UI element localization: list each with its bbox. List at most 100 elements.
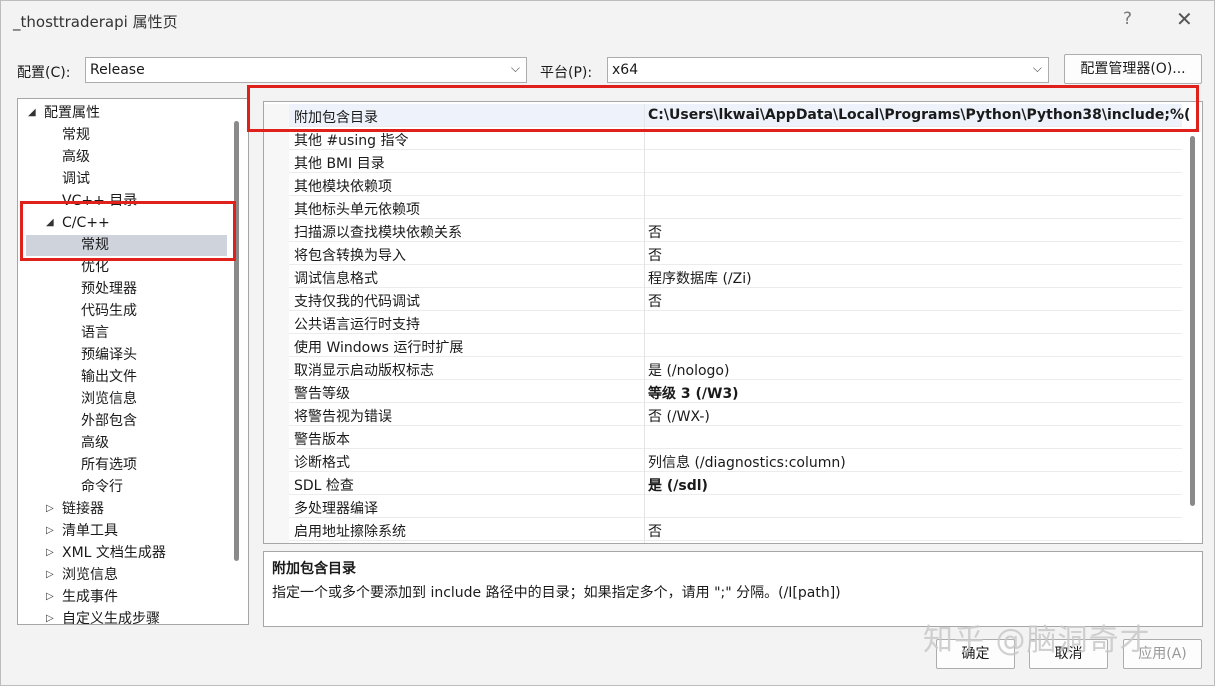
tree-item[interactable]: 浏览信息 [62, 564, 118, 586]
property-name: 多处理器编译 [294, 501, 378, 517]
property-name: 警告版本 [294, 432, 350, 448]
tree-item[interactable]: 语言 [81, 322, 109, 344]
property-row[interactable]: 其他模块依赖项 [264, 173, 1182, 196]
property-name: 诊断格式 [294, 455, 350, 471]
tree-item[interactable]: 所有选项 [81, 454, 137, 476]
property-name: 警告等级 [294, 386, 350, 402]
config-combo[interactable]: Release ⌵ [85, 57, 527, 83]
row-gutter [264, 150, 289, 173]
property-value[interactable]: 否 [648, 222, 662, 242]
column-divider [644, 265, 645, 288]
expander-icon[interactable]: ▷ [46, 525, 54, 536]
config-value: Release [90, 62, 145, 78]
platform-combo[interactable]: x64 ⌵ [607, 57, 1049, 83]
tree-item[interactable]: 链接器 [62, 498, 104, 520]
properties-dialog: _thosttraderapi 属性页 ? ✕ 配置(C): Release ⌵… [0, 0, 1215, 686]
tree-item[interactable]: 生成事件 [62, 586, 118, 608]
expander-icon[interactable]: ▷ [46, 569, 54, 580]
chevron-down-icon: ⌵ [1032, 61, 1042, 75]
highlight-box-include [247, 85, 1199, 132]
property-row[interactable]: 将警告视为错误 否 (/WX-) [264, 403, 1182, 426]
row-gutter [264, 357, 289, 380]
tree-item[interactable]: 高级 [81, 432, 109, 454]
property-row[interactable]: 诊断格式 列信息 (/diagnostics:column) [264, 449, 1182, 472]
property-row[interactable]: 其他 BMI 目录 [264, 150, 1182, 173]
property-name: 支持仅我的代码调试 [294, 294, 420, 310]
tree-item[interactable]: 预处理器 [81, 278, 137, 300]
column-divider [644, 242, 645, 265]
expander-icon[interactable]: ▷ [46, 591, 54, 602]
property-row[interactable]: 警告等级 等级 3 (/W3) [264, 380, 1182, 403]
platform-label: 平台(P): [540, 65, 593, 81]
property-row[interactable]: 启用模糊处理支持否 [264, 541, 1182, 543]
property-name: 扫描源以查找模块依赖关系 [294, 225, 462, 241]
tree-item[interactable]: 配置属性 [44, 102, 100, 124]
tree-scrollbar[interactable] [234, 121, 239, 561]
column-divider [644, 518, 645, 541]
tree-item[interactable]: 浏览信息 [81, 388, 137, 410]
expander-icon[interactable]: ▷ [46, 547, 54, 558]
property-tree: ◢ 配置属性 常规 高级 调试 VC++ 目录 ◢ C/C++ 常规 优化 预处理器 代码生成 语言 预编… [17, 98, 249, 625]
property-value[interactable]: 程序数据库 (/Zi) [648, 268, 752, 288]
column-divider [644, 334, 645, 357]
column-divider [644, 541, 645, 543]
property-value[interactable]: 否 (/WX-) [648, 406, 710, 426]
column-divider [644, 219, 645, 242]
help-icon[interactable]: ? [1123, 9, 1132, 29]
expander-icon[interactable]: ▷ [46, 613, 54, 624]
tree-item[interactable]: 清单工具 [62, 520, 118, 542]
property-row[interactable]: 警告版本 [264, 426, 1182, 449]
property-name: 将包含转换为导入 [294, 248, 406, 264]
tree-item[interactable]: 外部包含 [81, 410, 137, 432]
property-row[interactable]: 公共语言运行时支持 [264, 311, 1182, 334]
tree-item[interactable]: 预编译头 [81, 344, 137, 366]
column-divider [644, 173, 645, 196]
property-row[interactable]: 多处理器编译 [264, 495, 1182, 518]
row-gutter [264, 518, 289, 541]
column-divider [644, 495, 645, 518]
row-gutter [264, 403, 289, 426]
tree-item[interactable]: 调试 [62, 168, 90, 190]
tree-item[interactable]: 命令行 [81, 476, 123, 498]
property-row[interactable]: 扫描源以查找模块依赖关系 否 [264, 219, 1182, 242]
tree-item[interactable]: 输出文件 [81, 366, 137, 388]
column-divider [644, 380, 645, 403]
close-icon[interactable]: ✕ [1176, 7, 1193, 31]
tree-item[interactable]: XML 文档生成器 [62, 542, 166, 564]
grid-scrollbar[interactable] [1190, 136, 1195, 506]
property-row[interactable]: 取消显示启动版权标志 是 (/nologo) [264, 357, 1182, 380]
row-gutter [264, 541, 289, 543]
row-gutter [264, 219, 289, 242]
property-value[interactable]: 否 [648, 291, 662, 311]
config-manager-button[interactable]: 配置管理器(O)... [1064, 54, 1202, 84]
tree-item[interactable]: 常规 [62, 124, 90, 146]
property-value[interactable]: 否 [648, 521, 662, 541]
property-row[interactable]: SDL 检查 是 (/sdl) [264, 472, 1182, 495]
property-name: 调试信息格式 [294, 271, 378, 287]
column-divider [644, 403, 645, 426]
property-row[interactable]: 将包含转换为导入 否 [264, 242, 1182, 265]
property-row[interactable]: 支持仅我的代码调试 否 [264, 288, 1182, 311]
expander-icon[interactable]: ◢ [28, 107, 36, 118]
tree-item[interactable]: 高级 [62, 146, 90, 168]
property-value[interactable]: 列信息 (/diagnostics:column) [648, 452, 846, 472]
property-name: 将警告视为错误 [294, 409, 392, 425]
property-row[interactable]: 启用地址擦除系统 否 [264, 518, 1182, 541]
property-name: 公共语言运行时支持 [294, 317, 420, 333]
tree-item[interactable]: 代码生成 [81, 300, 137, 322]
property-row[interactable]: 使用 Windows 运行时扩展 [264, 334, 1182, 357]
expander-icon[interactable]: ▷ [46, 503, 54, 514]
title-bar: _thosttraderapi 属性页 ? ✕ [1, 1, 1214, 41]
tree-item[interactable]: 自定义生成步骤 [62, 608, 160, 624]
column-divider [644, 150, 645, 173]
row-gutter [264, 311, 289, 334]
property-value[interactable]: 是 (/nologo) [648, 360, 729, 380]
property-row[interactable]: 其他标头单元依赖项 [264, 196, 1182, 219]
property-value[interactable]: 否 [648, 245, 662, 265]
property-row[interactable]: 调试信息格式 程序数据库 (/Zi) [264, 265, 1182, 288]
property-value[interactable]: 等级 3 (/W3) [648, 383, 739, 403]
row-gutter [264, 426, 289, 449]
property-name: 其他 BMI 目录 [294, 156, 385, 172]
property-value[interactable]: 是 (/sdl) [648, 475, 708, 495]
platform-value: x64 [612, 62, 639, 78]
